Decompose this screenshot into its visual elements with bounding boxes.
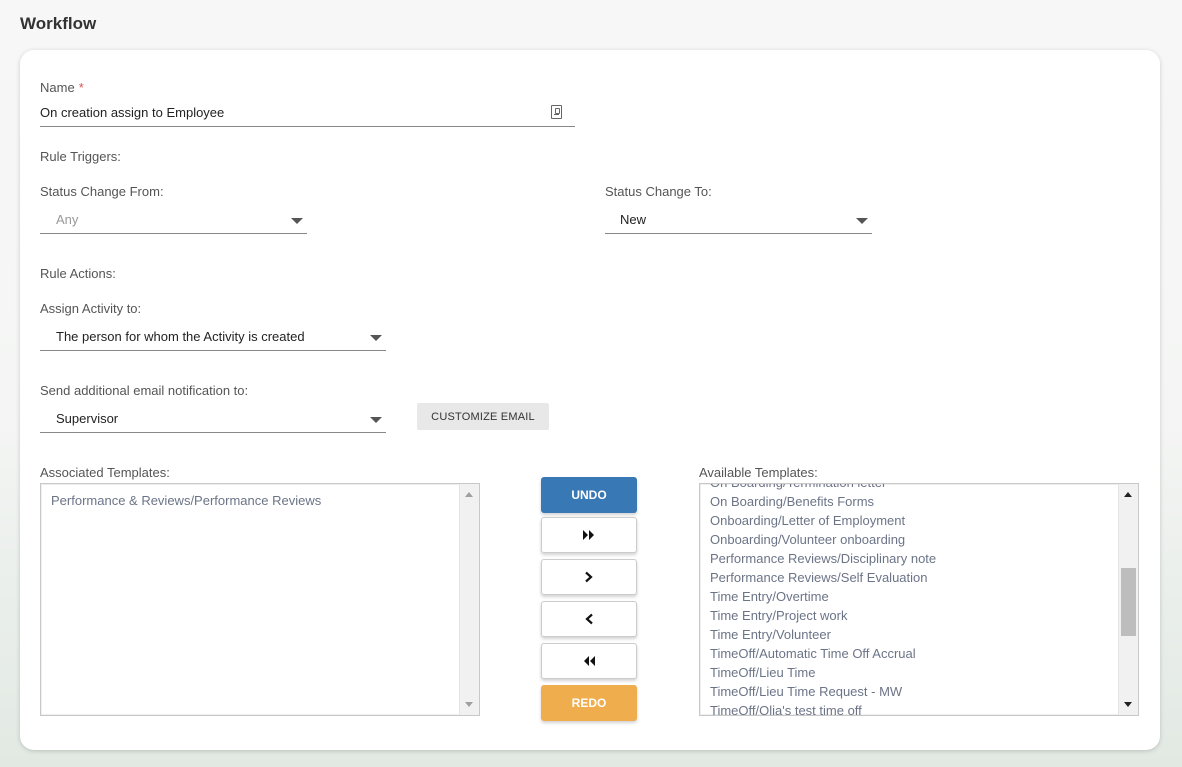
list-item[interactable]: TimeOff/Automatic Time Off Accrual [710, 644, 1114, 663]
list-item[interactable]: On Boarding/Benefits Forms [710, 492, 1114, 511]
workflow-card: Name * On creation assign to Employee Rul… [20, 50, 1160, 750]
chevron-down-icon [370, 335, 382, 341]
list-item[interactable]: TimeOff/Olia's test time off [710, 701, 1114, 715]
assign-activity-label: Assign Activity to: [40, 301, 142, 316]
available-templates-label: Available Templates: [699, 465, 818, 480]
scroll-thumb[interactable] [1121, 568, 1136, 636]
status-from-value: Any [56, 212, 79, 227]
available-scrollbar[interactable] [1118, 484, 1138, 715]
chevron-down-icon [291, 218, 303, 224]
contact-card-icon[interactable] [551, 105, 562, 119]
assign-activity-value: The person for whom the Activity is crea… [56, 329, 305, 344]
status-from-label: Status Change From: [40, 184, 164, 199]
rule-actions-label: Rule Actions: [40, 266, 116, 281]
assign-activity-select[interactable]: The person for whom the Activity is crea… [40, 324, 386, 351]
chevron-down-icon [856, 218, 868, 224]
scroll-down-icon[interactable] [1124, 702, 1132, 707]
email-notification-label: Send additional email notification to: [40, 383, 249, 398]
list-item[interactable]: On Boarding/Termination letter [710, 484, 1114, 492]
move-left-button[interactable] [541, 601, 637, 637]
associated-scrollbar[interactable] [459, 484, 479, 715]
move-all-left-button[interactable] [541, 643, 637, 679]
list-item[interactable]: Time Entry/Overtime [710, 587, 1114, 606]
name-label: Name * [40, 80, 84, 95]
customize-email-button[interactable]: CUSTOMIZE EMAIL [417, 403, 549, 430]
available-templates-list[interactable]: On Boarding/Termination letter On Boardi… [699, 483, 1139, 716]
move-right-button[interactable] [541, 559, 637, 595]
status-to-select[interactable]: New [605, 207, 872, 234]
chevron-right-icon [585, 571, 593, 583]
email-notification-value: Supervisor [56, 411, 119, 426]
name-input[interactable]: On creation assign to Employee [40, 100, 575, 127]
list-item[interactable]: Time Entry/Volunteer [710, 625, 1114, 644]
chevron-down-icon [370, 417, 382, 423]
page-title: Workflow [20, 14, 97, 33]
list-item[interactable]: Onboarding/Volunteer onboarding [710, 530, 1114, 549]
status-to-value: New [620, 212, 647, 227]
double-chevron-right-icon [583, 530, 594, 540]
email-notification-select[interactable]: Supervisor [40, 406, 386, 433]
scroll-down-icon[interactable] [465, 702, 473, 707]
required-mark: * [78, 80, 84, 95]
list-item[interactable]: TimeOff/Lieu Time [710, 663, 1114, 682]
name-label-text: Name [40, 80, 75, 95]
chevron-left-icon [585, 613, 593, 625]
list-item[interactable]: Time Entry/Project work [710, 606, 1114, 625]
double-chevron-left-icon [584, 656, 595, 666]
name-input-value: On creation assign to Employee [40, 105, 225, 120]
scroll-up-icon[interactable] [1124, 492, 1132, 497]
redo-button[interactable]: REDO [541, 685, 637, 721]
list-item[interactable]: Performance Reviews/Disciplinary note [710, 549, 1114, 568]
scroll-up-icon[interactable] [465, 492, 473, 497]
list-item[interactable]: Onboarding/Letter of Employment [710, 511, 1114, 530]
associated-templates-label: Associated Templates: [40, 465, 170, 480]
associated-templates-list[interactable]: Performance & Reviews/Performance Review… [40, 483, 480, 716]
list-item[interactable]: Performance & Reviews/Performance Review… [51, 491, 455, 510]
move-all-right-button[interactable] [541, 517, 637, 553]
undo-button[interactable]: UNDO [541, 477, 637, 513]
status-to-label: Status Change To: [605, 184, 712, 199]
list-item[interactable]: Performance Reviews/Self Evaluation [710, 568, 1114, 587]
status-from-select[interactable]: Any [40, 207, 307, 234]
rule-triggers-label: Rule Triggers: [40, 149, 121, 164]
list-item[interactable]: TimeOff/Lieu Time Request - MW [710, 682, 1114, 701]
